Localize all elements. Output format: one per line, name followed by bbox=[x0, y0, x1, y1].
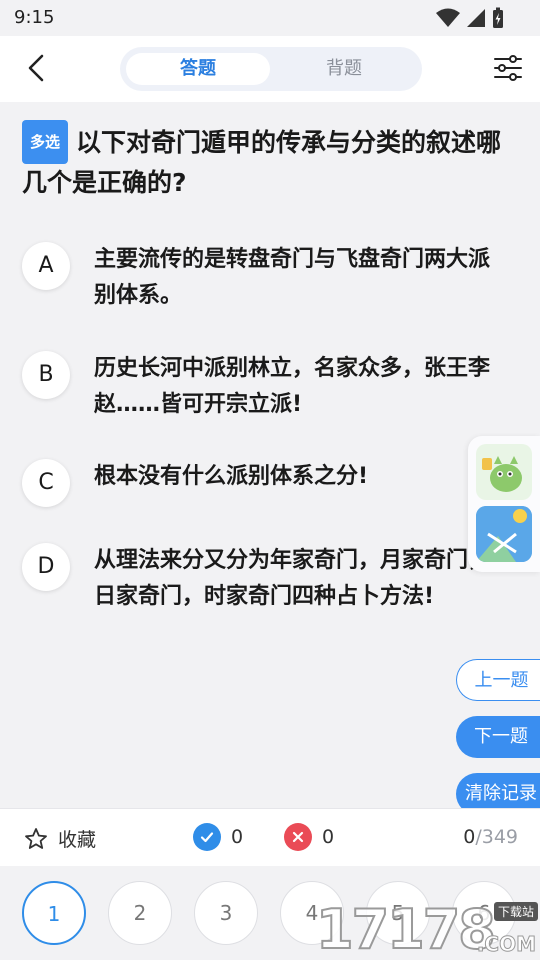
option-text: 主要流传的是转盘奇门与飞盘奇门两大派别体系。 bbox=[94, 247, 491, 308]
settings-button[interactable] bbox=[490, 50, 526, 86]
image-placeholder-icon[interactable] bbox=[476, 506, 532, 562]
progress-current: 0 bbox=[463, 826, 476, 848]
progress-total: /349 bbox=[475, 826, 518, 848]
status-time: 9:15 bbox=[14, 7, 55, 28]
correct-count: 0 bbox=[231, 826, 244, 848]
correct-stat: 0 bbox=[193, 823, 243, 851]
next-question-button[interactable]: 下一题 bbox=[456, 716, 540, 758]
battery-icon bbox=[493, 7, 503, 28]
question-number-3[interactable]: 3 bbox=[194, 881, 258, 945]
check-icon bbox=[193, 823, 221, 851]
progress-counter: 0/349 bbox=[463, 826, 518, 848]
tab-memorize[interactable]: 背题 bbox=[272, 53, 416, 85]
watermark-number: 17178 bbox=[315, 897, 497, 960]
option-letter: D bbox=[22, 543, 70, 591]
watermark-tag: 下载站 bbox=[493, 902, 538, 921]
top-bar: 答题 背题 bbox=[0, 36, 540, 102]
question-type-badge: 多选 bbox=[22, 120, 69, 164]
wrong-count: 0 bbox=[322, 826, 335, 848]
watermark-suffix: .COM bbox=[476, 932, 536, 957]
option-letter: A bbox=[22, 242, 70, 290]
option-text: 历史长河中派别林立，名家众多，张王李赵……皆可开宗立派! bbox=[94, 356, 491, 417]
site-watermark: 17178 下载站 .COM bbox=[315, 897, 540, 960]
dragon-mascot-icon[interactable] bbox=[476, 444, 532, 500]
wifi-icon bbox=[436, 8, 460, 27]
sliders-icon bbox=[494, 55, 522, 81]
star-icon bbox=[25, 827, 47, 849]
option-text: 根本没有什么派别体系之分! bbox=[94, 464, 369, 489]
option-letter: C bbox=[22, 459, 70, 507]
cross-icon bbox=[284, 823, 312, 851]
back-button[interactable] bbox=[18, 50, 54, 86]
wrong-stat: 0 bbox=[284, 823, 334, 851]
tab-answer[interactable]: 答题 bbox=[126, 53, 270, 85]
favorite-button[interactable]: 收藏 bbox=[24, 825, 96, 852]
bottom-bar: 收藏 0 0 0/349 bbox=[0, 808, 540, 866]
prev-question-button[interactable]: 上一题 bbox=[456, 659, 540, 701]
favorite-label: 收藏 bbox=[58, 829, 97, 851]
system-icons bbox=[436, 7, 504, 29]
question-number-2[interactable]: 2 bbox=[108, 881, 172, 945]
signal-icon bbox=[467, 9, 485, 27]
status-bar: 9:15 bbox=[0, 0, 540, 36]
question-block: 多选 以下对奇门遁甲的传承与分类的叙述哪几个是正确的? bbox=[22, 120, 522, 202]
chevron-left-icon bbox=[28, 54, 44, 82]
option-text: 从理法来分又分为年家奇门，月家奇门，日家奇门，时家奇门四种占卜方法! bbox=[94, 548, 491, 609]
question-text: 以下对奇门遁甲的传承与分类的叙述哪几个是正确的? bbox=[22, 128, 502, 197]
mode-switch: 答题 背题 bbox=[120, 47, 422, 91]
floating-shortcut-panel bbox=[468, 436, 540, 572]
question-title: 多选 以下对奇门遁甲的传承与分类的叙述哪几个是正确的? bbox=[22, 120, 522, 202]
option-letter: B bbox=[22, 351, 70, 399]
question-number-1[interactable]: 1 bbox=[22, 881, 86, 945]
